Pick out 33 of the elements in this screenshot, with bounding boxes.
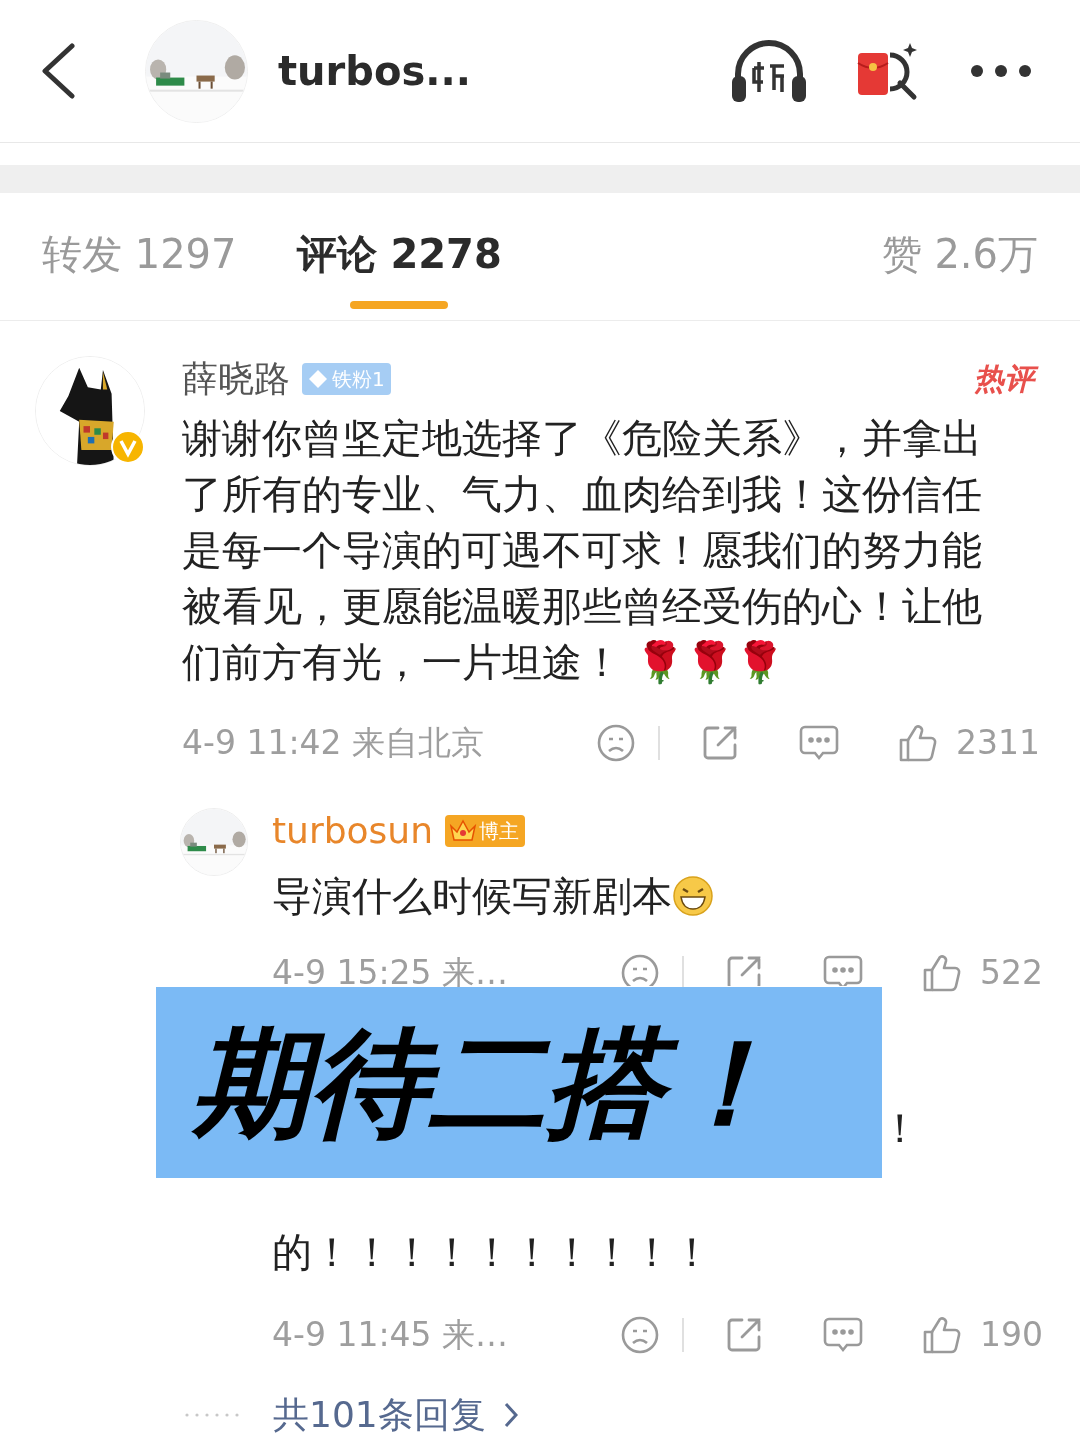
thumbs-up-icon[interactable] <box>922 953 962 993</box>
headphones-icon[interactable] <box>730 38 808 104</box>
more-replies-link[interactable]: 共101条回复 <box>273 1388 518 1440</box>
banner-text: 期待二搭！ <box>192 1023 782 1142</box>
thumbs-up-icon[interactable] <box>898 723 938 763</box>
tab[interactable]: 赞 2.6万 <box>881 229 1038 309</box>
sad-face-icon[interactable] <box>620 1315 660 1355</box>
blogger-badge: 博主 <box>445 815 525 847</box>
account-name: turbos... <box>278 47 472 96</box>
fan-badge: 铁粉1 <box>302 363 391 395</box>
comment-text: 谢谢你曾坚定地选择了《危险关系》，并拿出了所有的专业、气力、血肉给到我！这份信任是每一个导演的可遇不可求！愿我们的努力能被看见，更愿能温暖那些曾经受伤的心！让他们前方有光，一片坦途！ 🌹🌹🌹 <box>182 414 983 687</box>
thumbs-up-icon[interactable] <box>922 1315 962 1355</box>
hot-comment-label: 热评 <box>972 359 1040 399</box>
tab[interactable]: 评论 2278 <box>296 229 502 309</box>
like-count: 190 <box>980 1314 1043 1357</box>
tab[interactable]: 转发 1297 <box>42 229 237 309</box>
sad-face-icon[interactable] <box>620 953 660 986</box>
commenter-name[interactable]: 薛晓路 <box>182 352 290 406</box>
comment-time: 4-9 11:45 来… <box>272 1314 509 1357</box>
comment-time: 4-9 15:25 来… <box>272 952 509 995</box>
reply-text: 导演什么时候写新剧本 <box>272 872 672 921</box>
grinning-emoji-icon <box>672 875 714 917</box>
reply-text-fragment: ！ <box>880 1104 920 1153</box>
reply-text: 的！！！！！！！！！！ <box>272 1228 713 1277</box>
chevron-right-icon <box>503 1402 518 1428</box>
comment-icon[interactable] <box>822 953 864 986</box>
back-icon[interactable] <box>40 43 76 99</box>
sad-face-icon[interactable] <box>596 723 636 763</box>
comment-time: 4-9 11:42 来自北京 <box>182 722 485 765</box>
like-count: 2311 <box>956 722 1040 765</box>
like-count: 522 <box>980 952 1043 995</box>
more-icon[interactable] <box>970 64 1032 78</box>
verified-badge-icon <box>111 430 145 464</box>
